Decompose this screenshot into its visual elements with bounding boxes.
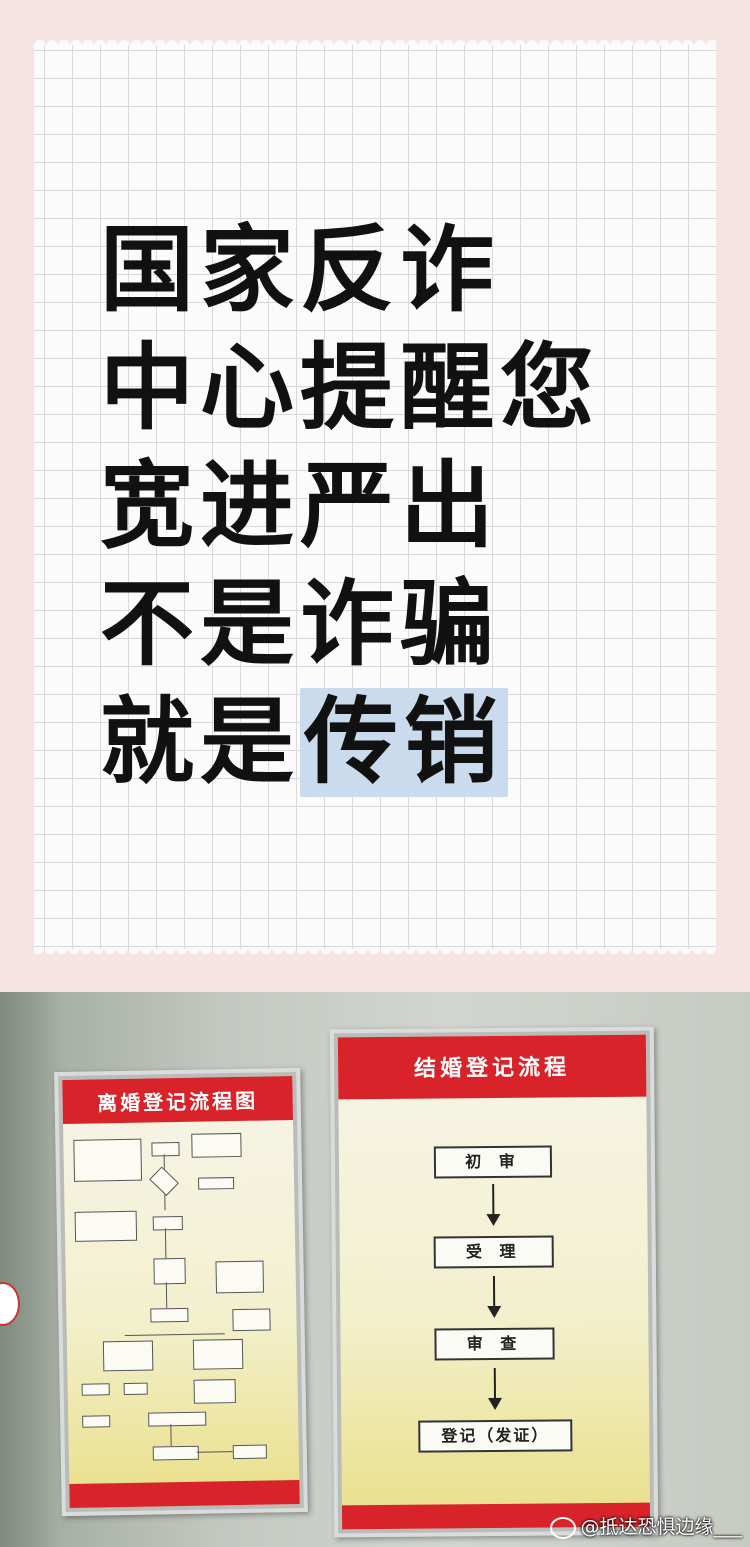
flow-line <box>124 1333 225 1336</box>
marriage-step-2: 受 理 <box>433 1235 554 1269</box>
flow-box <box>198 1177 235 1190</box>
slogan-line-5-plain: 就是 <box>100 688 301 797</box>
flow-box <box>82 1415 111 1428</box>
flow-box <box>81 1383 110 1396</box>
marriage-step-4: 登记（发证） <box>418 1419 573 1453</box>
arrow-down-icon <box>492 1275 496 1317</box>
slogan-line-5: 就是传销 <box>100 684 600 802</box>
slogan-highlight: 传销 <box>300 688 509 797</box>
flow-box <box>215 1260 265 1294</box>
watermark-text: @抵达恐惧边缘___ <box>580 1516 742 1538</box>
slogan-text: 国家反诈 中心提醒您 宽进严出 不是诈骗 就是传销 <box>100 212 600 802</box>
flow-box <box>192 1338 244 1370</box>
flow-box <box>232 1444 267 1460</box>
watermark: @抵达恐惧边缘___ <box>550 1512 742 1539</box>
divorce-poster-frame: 离婚登记流程图 <box>54 1067 308 1517</box>
flow-box <box>123 1382 148 1396</box>
top-panel: 国家反诈 中心提醒您 宽进严出 不是诈骗 就是传销 <box>0 0 750 992</box>
arrow-down-icon <box>492 1183 495 1225</box>
flow-box <box>102 1340 154 1372</box>
flow-diamond <box>149 1166 179 1197</box>
wall-photo: 离婚登记流程图 结婚登记流程 初 审 受 理 审 查 登记（发证） @抵达恐惧边… <box>0 992 750 1547</box>
marriage-step-1: 初 审 <box>433 1145 553 1179</box>
divorce-poster-footer <box>69 1479 300 1508</box>
flow-box <box>152 1215 183 1231</box>
flow-line <box>196 1451 233 1453</box>
wall-shadow <box>0 992 60 1547</box>
flow-box <box>193 1379 236 1404</box>
flow-line <box>164 1228 167 1259</box>
slogan-line-1: 国家反诈 <box>100 216 501 325</box>
arrow-down-icon <box>493 1367 497 1409</box>
flow-line <box>165 1282 168 1309</box>
marriage-poster-title: 结婚登记流程 <box>337 1034 647 1100</box>
flow-line <box>170 1424 172 1447</box>
flow-box <box>74 1210 138 1242</box>
slogan-line-2: 中心提醒您 <box>100 334 601 443</box>
divorce-poster: 离婚登记流程图 <box>62 1076 300 1508</box>
divorce-poster-title: 离婚登记流程图 <box>62 1076 294 1125</box>
marriage-step-3: 审 查 <box>434 1327 555 1361</box>
flow-box <box>152 1445 199 1461</box>
flow-box <box>232 1308 271 1332</box>
flow-box <box>153 1257 186 1285</box>
slogan-line-4: 不是诈骗 <box>100 570 501 679</box>
marriage-poster: 结婚登记流程 初 审 受 理 审 查 登记（发证） <box>337 1034 651 1530</box>
flow-box <box>150 1307 189 1323</box>
marriage-poster-frame: 结婚登记流程 初 审 受 理 审 查 登记（发证） <box>329 1026 659 1538</box>
slogan-line-3: 宽进严出 <box>100 452 501 561</box>
flow-box <box>148 1411 207 1427</box>
weibo-icon <box>550 1516 577 1539</box>
flow-box <box>191 1132 242 1158</box>
flow-box <box>73 1138 143 1182</box>
flow-box <box>151 1142 180 1157</box>
